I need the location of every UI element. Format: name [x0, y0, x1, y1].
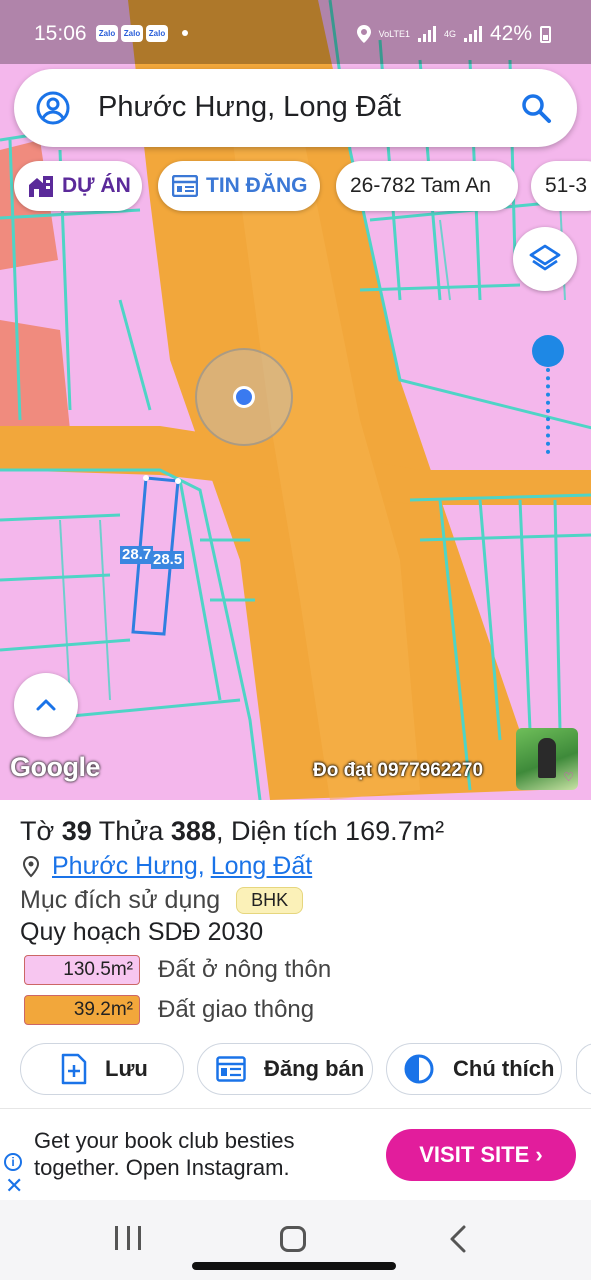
status-right: VoLTE1 4G 42%	[356, 22, 551, 46]
ad-info-icon[interactable]: i	[4, 1153, 22, 1171]
battery-percent: 42%	[489, 22, 532, 45]
save-button[interactable]: Lưu	[20, 1043, 184, 1095]
search-bar[interactable]: Phước Hưng, Long Đất	[14, 69, 577, 147]
expand-up-button[interactable]	[14, 673, 78, 737]
ad-text-line: Get your book club besties	[34, 1128, 295, 1153]
ward-link[interactable]: Phước Hưng	[52, 852, 198, 881]
listing-icon	[216, 1056, 246, 1082]
account-icon[interactable]	[36, 91, 70, 125]
chip-tin-dang-label: TIN ĐĂNG	[206, 174, 308, 197]
recent-apps-button[interactable]	[115, 1226, 141, 1250]
my-location-dot	[233, 386, 255, 408]
land-use-area: 39.2m²	[24, 995, 140, 1025]
chip-du-an[interactable]: DỰ ÁN	[14, 161, 142, 211]
signal-icon	[463, 26, 482, 42]
ad-text-line: together. Open Instagram.	[34, 1155, 290, 1180]
address-separator: ,	[197, 852, 205, 880]
opacity-slider-track[interactable]	[546, 368, 550, 454]
layers-button[interactable]	[513, 227, 577, 291]
parcel-edge-label: 28.5	[151, 551, 185, 569]
battery-icon	[540, 25, 551, 43]
parcel-edge-label: 28.7	[120, 546, 154, 564]
sheet-number: 39	[61, 816, 92, 846]
search-icon[interactable]	[519, 91, 553, 125]
status-bar: 15:06 Zalo Zalo Zalo VoLTE1 4G 42%	[0, 0, 591, 64]
purpose-label: Mục đích sử dụng	[20, 886, 221, 914]
add-file-icon	[61, 1053, 87, 1085]
map-view[interactable]: 15:06 Zalo Zalo Zalo VoLTE1 4G 42% Phước…	[0, 0, 591, 800]
ad-banner[interactable]: i ✕ Get your book club besties together.…	[0, 1108, 591, 1200]
layers-icon	[529, 244, 561, 271]
contrast-icon	[404, 1054, 434, 1084]
zalo-notification-icon: Zalo	[146, 25, 168, 42]
post-sale-button[interactable]: Đăng bán	[197, 1043, 373, 1095]
land-use-area: 130.5m²	[24, 955, 140, 985]
visit-site-button[interactable]: VISIT SITE ›	[386, 1129, 576, 1181]
chip-tin-dang[interactable]: TIN ĐĂNG	[158, 161, 320, 211]
system-nav-bar	[0, 1200, 591, 1280]
home-button[interactable]	[280, 1226, 306, 1252]
district-link[interactable]: Long Đất	[211, 852, 312, 881]
sheet-prefix: Tờ	[20, 816, 55, 846]
person-image	[538, 738, 556, 778]
lot-prefix: Thửa	[98, 816, 164, 846]
land-use-row: 39.2m² Đất giao thông	[24, 995, 314, 1025]
land-use-name: Đất giao thông	[158, 996, 315, 1023]
plan-title: Quy hoạch SDĐ 2030	[20, 918, 264, 946]
gesture-handle[interactable]	[192, 1262, 396, 1270]
more-actions-button[interactable]	[576, 1043, 591, 1095]
signal-icon	[417, 26, 436, 42]
chip-more[interactable]: 51-3	[531, 161, 591, 211]
post-sale-label: Đăng bán	[264, 1056, 365, 1081]
google-logo: Google	[10, 752, 101, 782]
parcel-address: Phước Hưng, Long Đất	[22, 852, 312, 881]
chip-tam-an-label: 26-782 Tam An	[350, 174, 491, 197]
visit-site-label: VISIT SITE	[419, 1142, 530, 1167]
land-use-name: Đất ở nông thôn	[158, 956, 332, 983]
opacity-slider-knob[interactable]	[532, 335, 564, 367]
zalo-notification-icon: Zalo	[96, 25, 118, 42]
save-label: Lưu	[105, 1056, 148, 1081]
pin-icon	[22, 855, 40, 877]
zalo-notification-icon: Zalo	[121, 25, 143, 42]
search-title[interactable]: Phước Hưng, Long Đất	[98, 91, 401, 124]
legend-button[interactable]: Chú thích	[386, 1043, 562, 1095]
listing-icon	[172, 175, 198, 197]
ad-text: Get your book club besties together. Ope…	[34, 1127, 294, 1181]
area-label: , Diện tích	[215, 816, 338, 846]
chevron-right-icon: ›	[535, 1142, 543, 1167]
back-button[interactable]	[448, 1224, 468, 1254]
purpose-row: Mục đích sử dụng BHK	[20, 886, 304, 915]
parcel-header: Tờ 39 Thửa 388, Diện tích 169.7m²	[20, 816, 444, 847]
watermark-text: Đo đạt 0977962270	[313, 760, 484, 781]
buildings-icon	[29, 176, 53, 197]
location-icon	[356, 25, 371, 43]
chip-more-label: 51-3	[545, 174, 588, 197]
lot-number: 388	[170, 816, 216, 846]
status-time: 15:06	[34, 22, 87, 45]
chip-tam-an[interactable]: 26-782 Tam An	[336, 161, 518, 211]
heart-icon: ♡	[563, 770, 574, 784]
advertiser-avatar[interactable]: ♡	[516, 728, 578, 790]
legend-label: Chú thích	[453, 1056, 555, 1081]
more-notifications-icon	[182, 30, 188, 36]
parcel-info-panel: Tờ 39 Thửa 388, Diện tích 169.7m² Phước …	[0, 800, 591, 1100]
chip-du-an-label: DỰ ÁN	[62, 174, 131, 197]
area-value: 169.7m²	[345, 816, 445, 846]
ad-close-icon[interactable]: ✕	[5, 1173, 23, 1199]
chevron-up-icon	[36, 699, 56, 711]
network-type: 4G	[443, 28, 456, 39]
purpose-code-badge: BHK	[236, 887, 304, 914]
land-use-row: 130.5m² Đất ở nông thôn	[24, 955, 331, 985]
volte-label: VoLTE1	[378, 28, 410, 39]
